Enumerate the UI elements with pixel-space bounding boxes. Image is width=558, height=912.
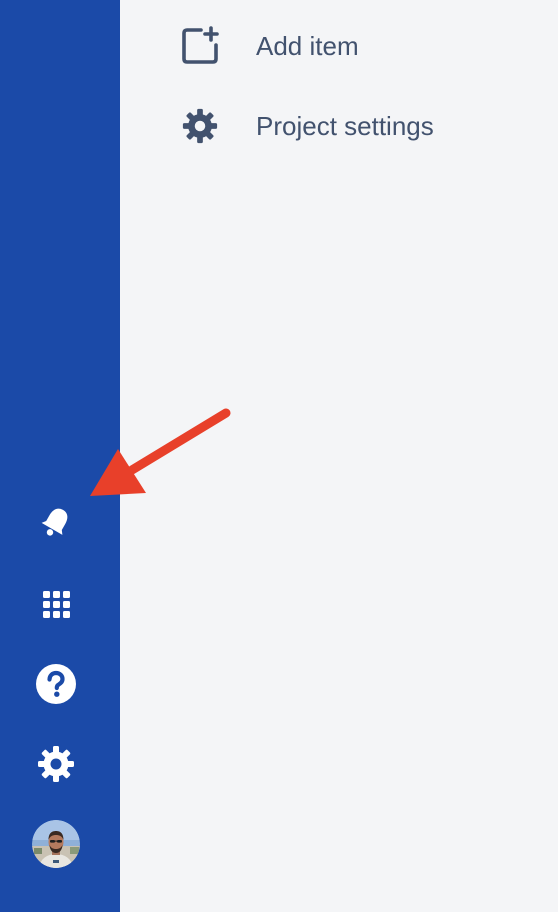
project-settings-button[interactable]: Project settings xyxy=(180,106,434,146)
add-item-label: Add item xyxy=(256,30,359,61)
project-settings-label: Project settings xyxy=(256,110,434,141)
main-panel: Add item Project settings xyxy=(120,0,558,912)
app-grid-icon xyxy=(43,591,70,618)
bell-icon xyxy=(41,508,68,536)
settings-button[interactable] xyxy=(32,740,80,788)
avatar xyxy=(32,820,80,868)
gear-icon xyxy=(38,746,74,782)
add-item-icon xyxy=(180,26,220,66)
profile-button[interactable] xyxy=(32,820,80,868)
global-sidebar xyxy=(0,0,120,912)
add-item-button[interactable]: Add item xyxy=(180,26,359,66)
notifications-button[interactable] xyxy=(32,498,80,546)
gear-icon xyxy=(180,106,220,146)
help-button[interactable] xyxy=(32,660,80,708)
app-switcher-button[interactable] xyxy=(32,580,80,628)
help-icon xyxy=(36,664,76,704)
